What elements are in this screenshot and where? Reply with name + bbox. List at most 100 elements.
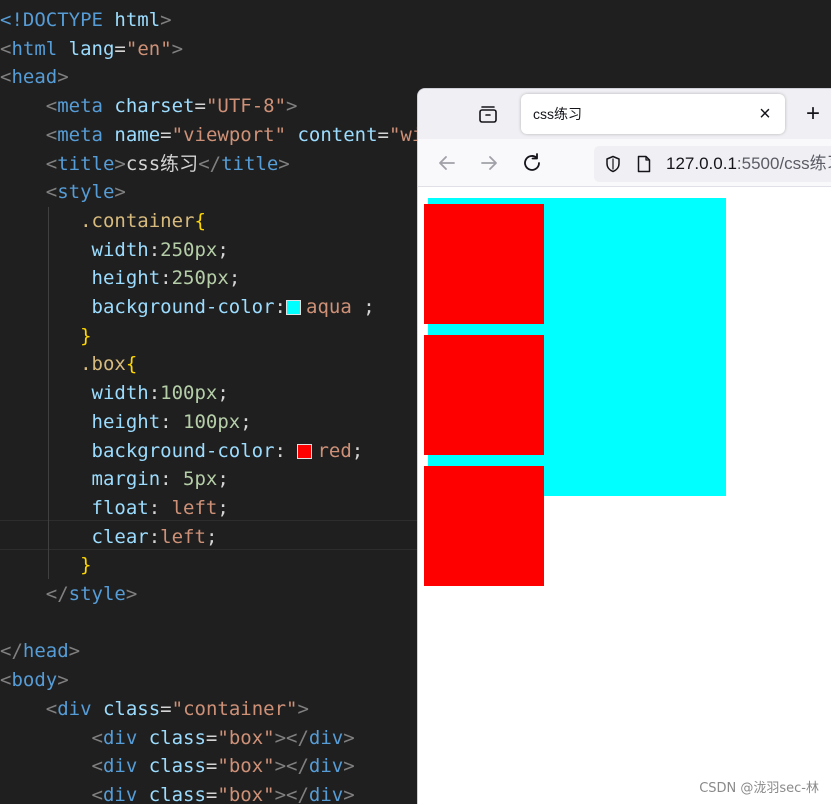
code-token: left <box>171 496 218 519</box>
code-token: > <box>160 9 172 31</box>
code-token: style <box>57 181 115 204</box>
code-token: = <box>160 697 172 720</box>
tab-title: css练习 <box>533 106 582 122</box>
code-token: lang <box>57 37 115 60</box>
forward-arrow-icon[interactable] <box>477 151 501 175</box>
code-token: height <box>0 267 161 290</box>
code-token: = <box>377 123 389 146</box>
browser-tab[interactable]: css练习 × <box>521 94 785 134</box>
code-token: > <box>286 95 298 118</box>
back-arrow-icon[interactable] <box>435 151 459 175</box>
code-token: 250px <box>160 238 218 261</box>
code-token: "box" <box>217 726 275 749</box>
code-line: background-color: aqua ; <box>0 293 375 322</box>
reload-icon[interactable] <box>520 151 544 175</box>
close-icon[interactable]: × <box>755 104 775 124</box>
code-token: </ <box>0 640 23 663</box>
code-token: style <box>68 583 126 605</box>
tab-overview-icon[interactable] <box>476 102 500 126</box>
code-token: 100px <box>171 410 241 433</box>
code-token: .box <box>0 353 126 376</box>
code-token: ; <box>240 410 252 433</box>
code-line: } <box>0 322 91 351</box>
code-token: = <box>194 95 206 118</box>
code-token: > <box>278 152 290 175</box>
color-swatch[interactable] <box>286 300 301 315</box>
code-token: class <box>137 726 206 749</box>
code-line: .container{ <box>0 207 206 236</box>
code-line: background-color: red; <box>0 437 364 466</box>
code-token: div <box>102 783 138 804</box>
code-token: : <box>160 410 172 433</box>
code-token: < <box>0 726 103 749</box>
code-token: clear <box>0 525 149 548</box>
code-token: > <box>114 181 126 204</box>
color-swatch[interactable] <box>297 443 313 459</box>
code-token: "en" <box>125 37 172 60</box>
code-token: ; <box>217 468 229 491</box>
code-token: left <box>160 525 206 548</box>
shield-icon[interactable] <box>604 155 622 173</box>
code-token: > <box>297 697 309 720</box>
code-token: < <box>0 755 103 778</box>
url-text[interactable]: 127.0.0.1:5500/css练习 <box>666 146 831 182</box>
new-tab-button[interactable]: + <box>800 101 826 127</box>
code-token: < <box>0 152 58 175</box>
code-line: <html lang="en"> <box>0 35 183 64</box>
watermark: CSDN @泷羽sec-林 <box>699 781 819 796</box>
tab-bar: css练习 × + <box>418 89 831 139</box>
code-token: < <box>0 783 103 804</box>
code-token: div <box>102 726 138 749</box>
code-token: : <box>148 238 161 261</box>
code-line: </style> <box>0 580 138 609</box>
code-token: ></ <box>274 726 309 749</box>
code-token: ; <box>217 496 229 519</box>
code-token: < <box>0 95 58 118</box>
code-token: < <box>0 66 12 89</box>
code-token: { <box>125 353 138 376</box>
code-token: = <box>160 123 172 146</box>
code-token: name <box>102 123 161 146</box>
code-token: height <box>0 410 161 433</box>
code-token: 250px <box>171 267 229 290</box>
code-token: content <box>286 123 378 146</box>
code-line: <style> <box>0 178 126 207</box>
code-line: width:250px; <box>0 236 229 265</box>
address-bar[interactable]: 127.0.0.1:5500/css练习 <box>594 146 831 182</box>
code-token: red <box>317 439 352 462</box>
code-token: head <box>22 640 69 663</box>
code-token: background-color <box>0 439 275 462</box>
code-token: ; <box>351 439 364 462</box>
code-line: <div class="box"></div> <box>0 724 355 753</box>
code-line: <meta charset="UTF-8"> <box>0 92 298 121</box>
code-token: 5px <box>183 468 218 491</box>
code-token: "container" <box>171 697 298 720</box>
code-token: class <box>137 755 206 778</box>
code-token: : <box>148 496 172 519</box>
page-icon[interactable] <box>636 155 652 173</box>
code-token: = <box>205 783 218 804</box>
code-token: > <box>125 583 138 605</box>
code-token: < <box>0 123 58 146</box>
code-line: <div class="box"></div> <box>0 781 355 804</box>
code-token: { <box>194 209 206 232</box>
code-token: "box" <box>217 783 275 804</box>
code-line: <div class="container"> <box>0 695 309 724</box>
code-token: div <box>308 726 344 749</box>
code-token: </ <box>0 583 69 605</box>
code-token: ; <box>228 267 241 290</box>
code-token: > <box>57 669 69 692</box>
red-box <box>424 204 544 324</box>
code-token: : <box>274 439 298 462</box>
code-token: : <box>160 468 184 491</box>
code-token: > <box>343 755 355 778</box>
page-viewport <box>418 188 831 804</box>
code-token: div <box>102 755 138 778</box>
code-token: </ <box>198 152 222 175</box>
code-line: .box{ <box>0 350 137 379</box>
code-token: } <box>0 554 92 577</box>
red-box <box>424 466 544 586</box>
code-token: ; <box>217 382 229 405</box>
code-line: height: 100px; <box>0 408 252 437</box>
code-token: < <box>0 669 12 692</box>
